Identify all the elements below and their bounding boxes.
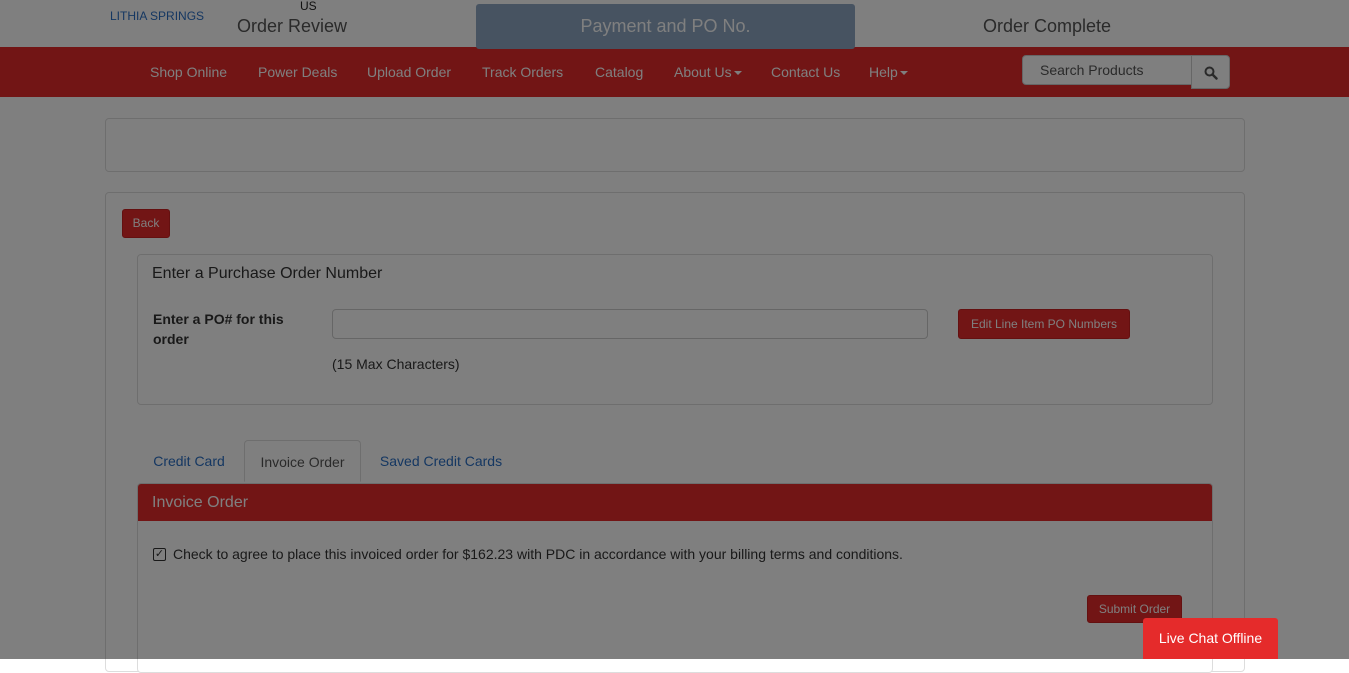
invoice-panel-header bbox=[138, 484, 1212, 521]
nav-shop-online[interactable]: Shop Online bbox=[150, 47, 227, 97]
invoice-panel-title: Invoice Order bbox=[152, 494, 249, 511]
po-max-chars-hint: (15 Max Characters) bbox=[332, 356, 460, 372]
tab-invoice-order[interactable]: Invoice Order bbox=[244, 440, 361, 482]
tab-credit-card[interactable]: Credit Card bbox=[137, 440, 241, 482]
step-order-review[interactable]: Order Review bbox=[106, 4, 478, 49]
agree-terms-label[interactable]: Check to agree to place this invoiced or… bbox=[173, 546, 903, 562]
nav-help-label: Help bbox=[869, 64, 898, 80]
nav-about-us[interactable]: About Us bbox=[674, 47, 742, 97]
nav-contact-us[interactable]: Contact Us bbox=[771, 47, 840, 97]
live-chat-button[interactable]: Live Chat Offline bbox=[1143, 618, 1278, 659]
po-section-title: Enter a Purchase Order Number bbox=[152, 265, 383, 282]
agree-checkbox[interactable]: ✓ bbox=[153, 548, 166, 561]
nav-power-deals[interactable]: Power Deals bbox=[258, 47, 337, 97]
search-button[interactable] bbox=[1191, 55, 1230, 89]
tab-saved-credit-cards[interactable]: Saved Credit Cards bbox=[366, 440, 516, 482]
nav-catalog[interactable]: Catalog bbox=[595, 47, 643, 97]
po-field-label: Enter a PO# for this order bbox=[153, 311, 284, 347]
caret-down-icon bbox=[899, 71, 908, 76]
search-icon bbox=[1204, 66, 1218, 80]
po-number-input[interactable] bbox=[332, 309, 928, 339]
search-input[interactable]: Search Products bbox=[1022, 55, 1192, 85]
nav-track-orders[interactable]: Track Orders bbox=[482, 47, 563, 97]
step-order-complete: Order Complete bbox=[982, 16, 1112, 36]
back-button[interactable]: Back bbox=[122, 209, 170, 238]
nav-help[interactable]: Help bbox=[869, 47, 908, 97]
nav-about-us-label: About Us bbox=[674, 64, 732, 80]
edit-line-item-po-button[interactable]: Edit Line Item PO Numbers bbox=[958, 309, 1130, 339]
step-payment-po[interactable]: Payment and PO No. bbox=[476, 4, 855, 49]
nav-upload-order[interactable]: Upload Order bbox=[367, 47, 451, 97]
checkout-steps bbox=[105, 118, 1245, 172]
caret-down-icon bbox=[733, 71, 742, 76]
